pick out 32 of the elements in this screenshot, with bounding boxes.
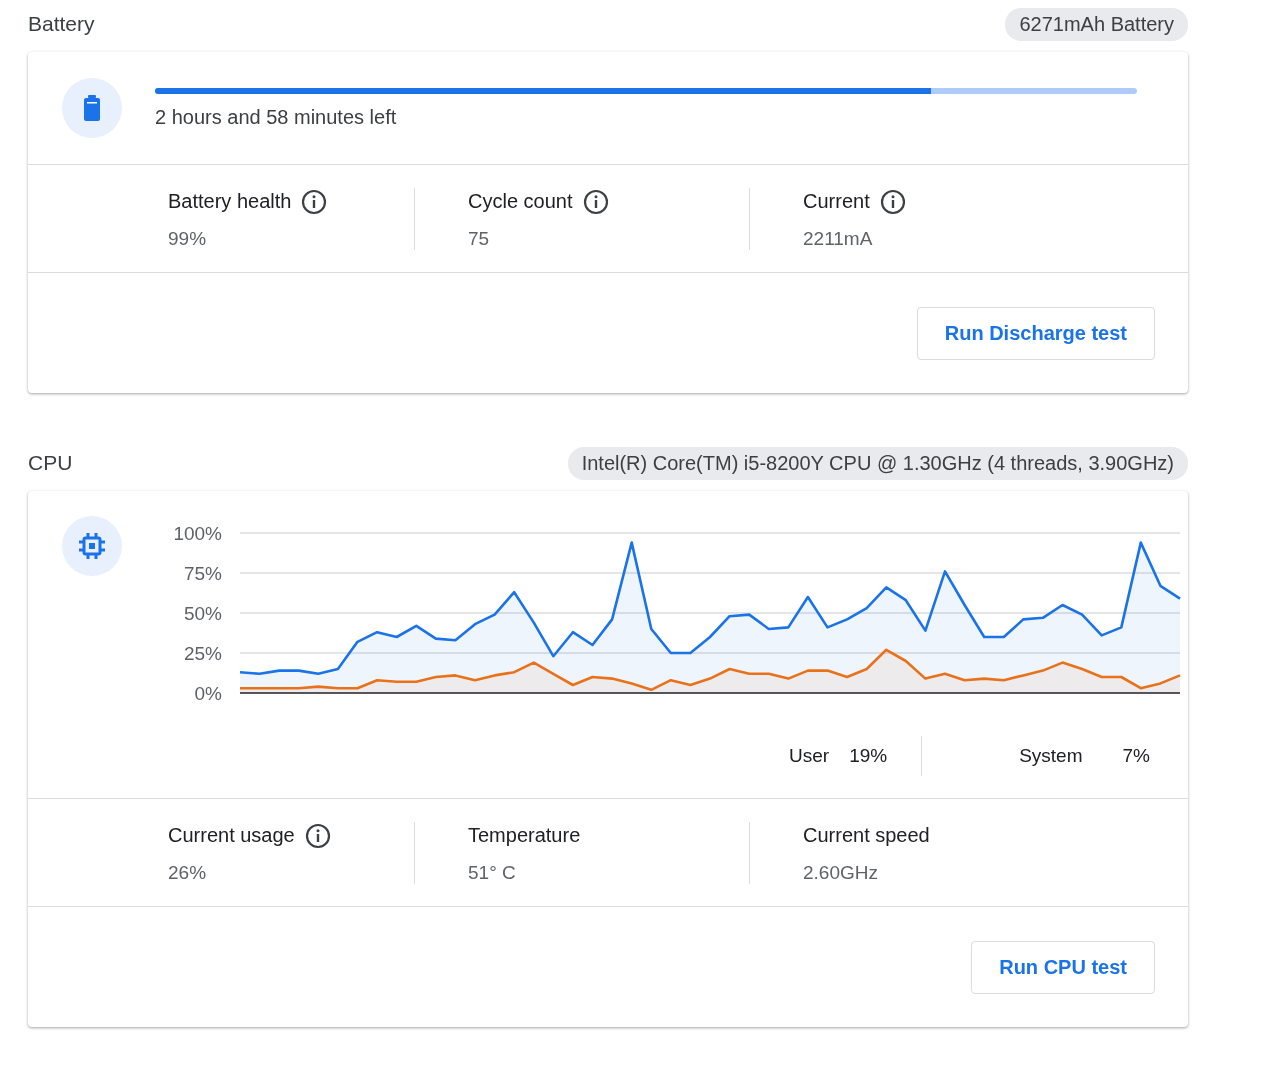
- stat-label: Temperature: [468, 824, 581, 847]
- legend-label: System: [1019, 745, 1083, 767]
- section-title: Battery: [28, 12, 95, 36]
- stat-value: 75: [468, 227, 490, 250]
- stat-value: 51° C: [468, 861, 516, 884]
- info-icon[interactable]: [582, 188, 609, 215]
- legend-label: User: [789, 745, 830, 767]
- stat-value: 2.60GHz: [803, 861, 878, 884]
- stat-value: 99%: [168, 227, 207, 250]
- battery-capacity-badge: 6271mAh Battery: [1005, 7, 1188, 41]
- cpu-model-badge: Intel(R) Core(TM) i5-8200Y CPU @ 1.30GHz (4 threads, 3.90GHz): [567, 446, 1188, 480]
- legend-value: 19%: [849, 745, 888, 767]
- y-axis-label: 0%: [194, 683, 222, 702]
- stat-label: Current speed: [803, 824, 930, 847]
- info-icon[interactable]: [304, 822, 331, 849]
- y-axis-label: 75%: [183, 563, 222, 584]
- section-title: CPU: [28, 451, 73, 475]
- run-cpu-test-button[interactable]: Run CPU test: [971, 940, 1155, 994]
- legend-value: 7%: [1122, 745, 1150, 767]
- info-icon[interactable]: [879, 188, 906, 215]
- stat-value: 26%: [168, 861, 207, 884]
- y-axis-label: 50%: [183, 603, 222, 624]
- stat-label: Battery health: [168, 190, 292, 213]
- stat-value: 2211mA: [803, 227, 873, 250]
- time-remaining-text: 2 hours and 58 minutes left: [155, 105, 397, 129]
- stat-label: Current: [803, 190, 870, 213]
- stat-label: Current usage: [168, 824, 295, 847]
- y-axis-label: 25%: [183, 643, 222, 664]
- run-discharge-test-button[interactable]: Run Discharge test: [916, 306, 1155, 360]
- info-icon[interactable]: [301, 188, 328, 215]
- stat-label: Cycle count: [468, 190, 573, 213]
- y-axis-label: 100%: [173, 523, 222, 544]
